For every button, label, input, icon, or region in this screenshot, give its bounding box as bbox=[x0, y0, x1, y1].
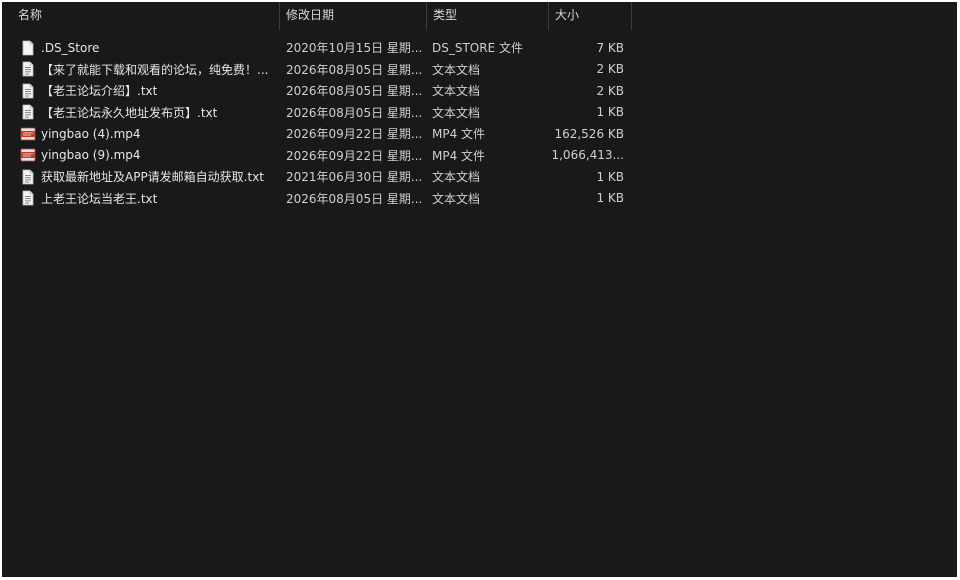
video-file-icon bbox=[20, 147, 36, 163]
file-type: 文本文档 bbox=[432, 170, 481, 185]
document-icon bbox=[20, 40, 36, 56]
column-header-date-label: 修改日期 bbox=[286, 8, 335, 22]
file-explorer-window: ^ 名称 修改日期 类型 大小 .DS_Store 2020年10月15日 星期.… bbox=[2, 2, 957, 577]
file-size: 1 KB bbox=[596, 191, 624, 206]
file-row[interactable]: yingbao (4).mp4 2026年09月22日 星期... MP4 文件 16… bbox=[2, 123, 642, 145]
file-name: yingbao (9).mp4 bbox=[41, 148, 141, 163]
file-date: 2026年09月22日 星期... bbox=[286, 148, 423, 163]
file-row[interactable]: 【来了就能下载和观看的论坛，纯免费！... 2026年08月05日 星期... 文本… bbox=[2, 59, 642, 81]
file-date: 2026年09月22日 星期... bbox=[286, 127, 423, 142]
file-name-cell[interactable]: yingbao (9).mp4 bbox=[2, 147, 280, 163]
file-name: 上老王论坛当老王.txt bbox=[41, 191, 158, 206]
file-date: 2026年08月05日 星期... bbox=[286, 105, 423, 120]
file-name: 获取最新地址及APP请发邮箱自动获取.txt bbox=[41, 170, 265, 185]
file-name: yingbao (4).mp4 bbox=[41, 126, 141, 141]
file-size: 1 KB bbox=[596, 105, 624, 120]
file-date: 2021年06月30日 星期... bbox=[286, 170, 423, 185]
file-type: MP4 文件 bbox=[432, 148, 486, 163]
file-row[interactable]: 【老王论坛永久地址发布页】.txt 2026年08月05日 星期... 文本文档 1 … bbox=[2, 102, 642, 124]
sort-ascending-icon: ^ bbox=[141, 2, 149, 9]
file-size: 2 KB bbox=[596, 83, 624, 98]
file-name: 【老王论坛永久地址发布页】.txt bbox=[41, 105, 218, 120]
file-name-cell[interactable]: .DS_Store bbox=[2, 40, 280, 56]
text-file-icon bbox=[20, 169, 36, 185]
file-size: 1,066,413... bbox=[551, 148, 624, 163]
file-name-cell[interactable]: yingbao (4).mp4 bbox=[2, 126, 280, 142]
file-date: 2020年10月15日 星期... bbox=[286, 41, 423, 56]
file-size: 7 KB bbox=[596, 40, 624, 55]
file-row[interactable]: 【老王论坛介绍】.txt 2026年08月05日 星期... 文本文档 2 KB bbox=[2, 80, 642, 102]
file-row[interactable]: 上老王论坛当老王.txt 2026年08月05日 星期... 文本文档 1 KB bbox=[2, 188, 642, 210]
column-header-size[interactable]: 大小 bbox=[549, 2, 632, 30]
column-header-name-label: 名称 bbox=[18, 8, 43, 22]
file-type: DS_STORE 文件 bbox=[432, 41, 523, 56]
text-file-icon bbox=[20, 83, 36, 99]
file-size: 162,526 KB bbox=[554, 126, 624, 141]
file-row[interactable]: .DS_Store 2020年10月15日 星期... DS_STORE 文件 7 K… bbox=[2, 37, 642, 59]
file-date: 2026年08月05日 星期... bbox=[286, 62, 423, 77]
column-header-bar: ^ 名称 修改日期 类型 大小 bbox=[2, 2, 632, 30]
text-file-icon bbox=[20, 190, 36, 206]
file-type: 文本文档 bbox=[432, 105, 481, 120]
column-header-date[interactable]: 修改日期 bbox=[280, 2, 427, 30]
file-row[interactable]: 获取最新地址及APP请发邮箱自动获取.txt 2021年06月30日 星期... 文… bbox=[2, 166, 642, 188]
file-name-cell[interactable]: 获取最新地址及APP请发邮箱自动获取.txt bbox=[2, 168, 280, 185]
file-size: 2 KB bbox=[596, 62, 624, 77]
file-list: .DS_Store 2020年10月15日 星期... DS_STORE 文件 7 K… bbox=[2, 37, 642, 209]
file-type: 文本文档 bbox=[432, 191, 481, 206]
file-size: 1 KB bbox=[596, 169, 624, 184]
file-row[interactable]: yingbao (9).mp4 2026年09月22日 星期... MP4 文件 1,… bbox=[2, 145, 642, 167]
column-header-name[interactable]: ^ 名称 bbox=[2, 2, 280, 30]
video-file-icon bbox=[20, 126, 36, 142]
file-name: 【来了就能下载和观看的论坛，纯免费！... bbox=[41, 62, 269, 77]
file-date: 2026年08月05日 星期... bbox=[286, 191, 423, 206]
text-file-icon bbox=[20, 104, 36, 120]
file-name-cell[interactable]: 【老王论坛介绍】.txt bbox=[2, 82, 280, 99]
file-type: 文本文档 bbox=[432, 84, 481, 99]
file-date: 2026年08月05日 星期... bbox=[286, 84, 423, 99]
column-header-type[interactable]: 类型 bbox=[427, 2, 549, 30]
column-header-size-label: 大小 bbox=[555, 8, 580, 22]
file-name: .DS_Store bbox=[41, 40, 100, 55]
file-type: MP4 文件 bbox=[432, 127, 486, 142]
file-type: 文本文档 bbox=[432, 62, 481, 77]
file-name-cell[interactable]: 上老王论坛当老王.txt bbox=[2, 190, 280, 207]
file-name-cell[interactable]: 【老王论坛永久地址发布页】.txt bbox=[2, 104, 280, 121]
file-name-cell[interactable]: 【来了就能下载和观看的论坛，纯免费！... bbox=[2, 61, 280, 78]
column-header-type-label: 类型 bbox=[433, 8, 458, 22]
text-file-icon bbox=[20, 61, 36, 77]
file-name: 【老王论坛介绍】.txt bbox=[41, 84, 158, 99]
